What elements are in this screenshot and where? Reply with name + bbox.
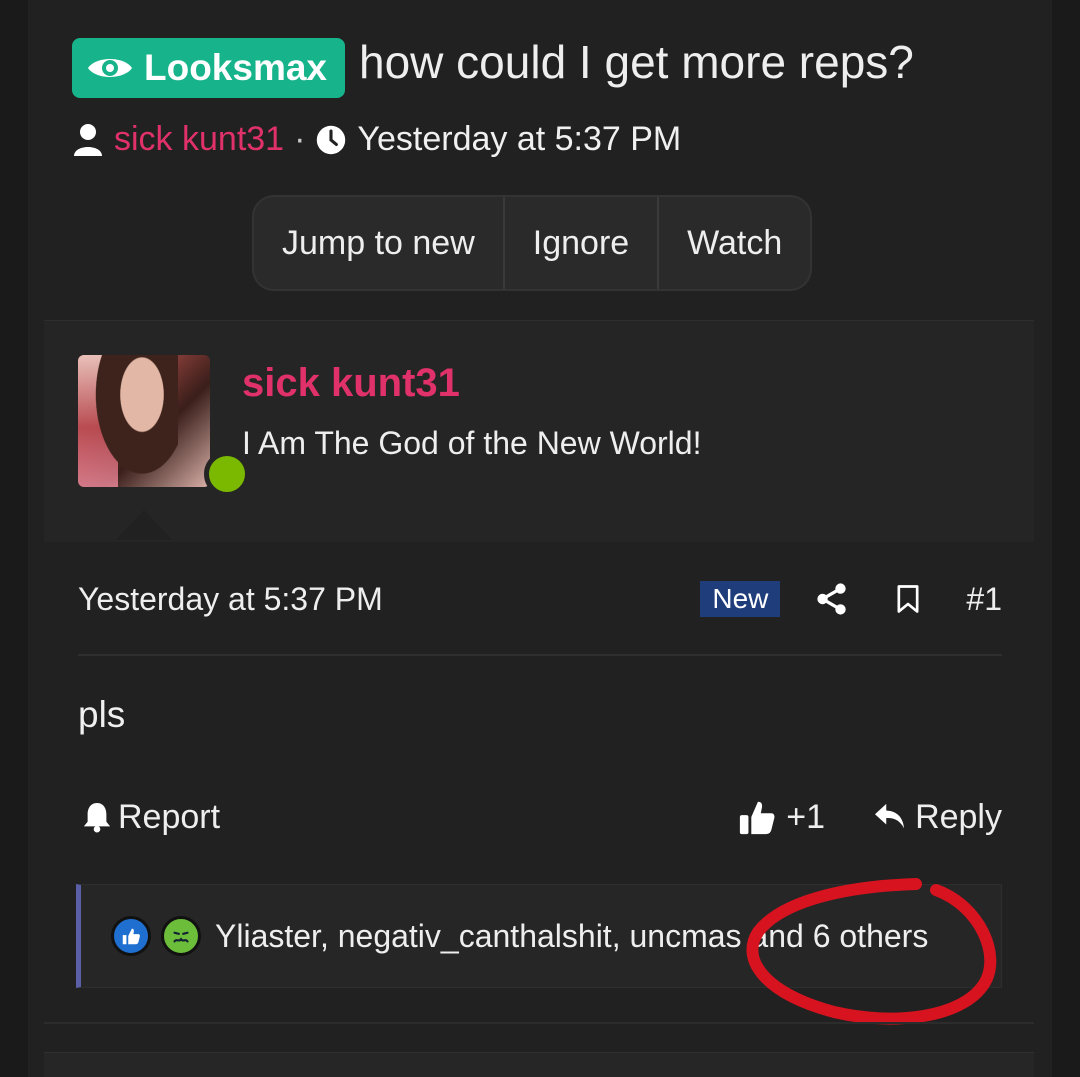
- user-icon: [74, 123, 102, 156]
- message-arrow: [116, 510, 172, 540]
- thread-title: how could I get more reps?: [359, 36, 914, 88]
- thread-title-row: Looksmax how could I get more reps?: [72, 36, 914, 98]
- thread-author-link[interactable]: sick kunt31: [114, 120, 284, 159]
- user-title: I Am The God of the New World!: [242, 425, 702, 461]
- post-divider: [78, 654, 1002, 656]
- ignore-button[interactable]: Ignore: [505, 197, 660, 289]
- post-username[interactable]: sick kunt31: [242, 361, 460, 406]
- reply-icon: [875, 803, 905, 829]
- post-number-link[interactable]: #1: [966, 581, 1002, 618]
- thumbs-up-icon: [740, 801, 775, 835]
- avatar[interactable]: [78, 355, 210, 487]
- post-user-block: sick kunt31 I Am The God of the New Worl…: [44, 320, 1034, 542]
- reply-button[interactable]: Reply: [873, 798, 1002, 837]
- prefix-badge[interactable]: Looksmax: [72, 38, 346, 98]
- like-count: +1: [786, 797, 826, 836]
- thread-meta: sick kunt31 · Yesterday at 5:37 PM: [72, 120, 681, 159]
- clock-icon: [317, 125, 346, 154]
- prefix-label: Looksmax: [144, 47, 328, 88]
- thread-action-group: Jump to new Ignore Watch: [252, 195, 813, 291]
- bookmark-icon[interactable]: [890, 581, 926, 617]
- reply-label: Reply: [915, 797, 1002, 836]
- next-post-edge: [44, 1052, 1034, 1077]
- report-button[interactable]: Report: [82, 798, 738, 837]
- post-actions-row: Report +1 Reply: [82, 792, 1002, 842]
- eye-icon: [88, 59, 132, 77]
- new-badge: New: [700, 581, 781, 617]
- reaction-users: Yliaster, negativ_canthalshit, uncmas: [215, 917, 742, 954]
- like-button[interactable]: +1: [738, 798, 825, 837]
- jump-to-new-button[interactable]: Jump to new: [254, 197, 505, 289]
- avatar-portrait: [88, 355, 178, 487]
- like-reaction-icon: [111, 916, 151, 956]
- post-date[interactable]: Yesterday at 5:37 PM: [78, 581, 700, 618]
- report-label: Report: [118, 797, 221, 836]
- meta-separator: ·: [294, 120, 306, 158]
- bell-icon: [83, 802, 111, 833]
- post-meta-row: Yesterday at 5:37 PM New #1: [78, 574, 1002, 624]
- thread-date[interactable]: Yesterday at 5:37 PM: [357, 120, 681, 159]
- watch-button[interactable]: Watch: [659, 197, 810, 289]
- post-body: pls: [78, 694, 126, 735]
- share-icon[interactable]: [814, 581, 850, 617]
- section-separator: [44, 1022, 1034, 1024]
- sick-reaction-icon: [161, 916, 201, 956]
- annotation-circle: [746, 878, 997, 1025]
